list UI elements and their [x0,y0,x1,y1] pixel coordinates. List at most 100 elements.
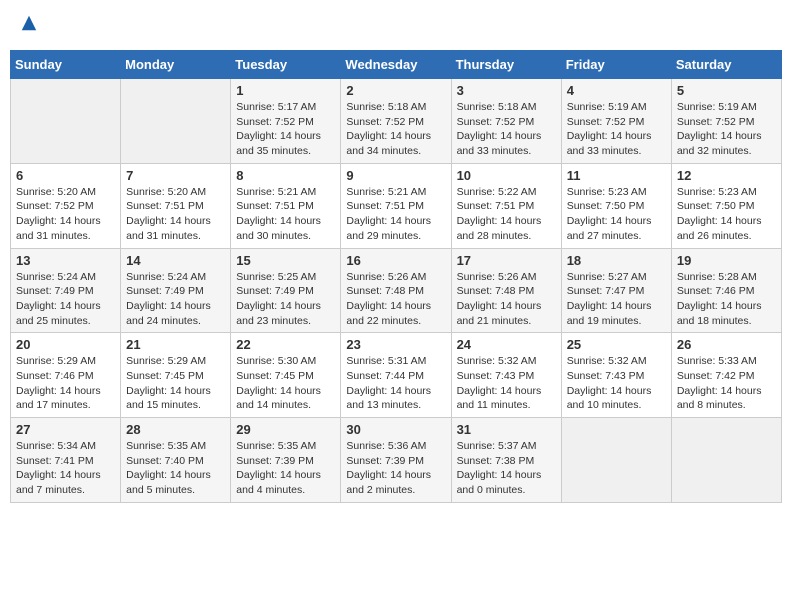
day-number: 2 [346,83,445,98]
day-number: 17 [457,253,556,268]
day-info: Sunrise: 5:29 AM Sunset: 7:46 PM Dayligh… [16,354,115,413]
day-cell: 31 Sunrise: 5:37 AM Sunset: 7:38 PM Dayli… [451,418,561,503]
logo-icon [20,14,38,32]
day-number: 9 [346,168,445,183]
day-cell: 3Sunrise: 5:18 AM Sunset: 7:52 PM Daylig… [451,79,561,164]
day-info: Sunrise: 5:36 AM Sunset: 7:39 PM Dayligh… [346,439,445,498]
day-info: Sunrise: 5:35 AM Sunset: 7:39 PM Dayligh… [236,439,335,498]
day-info: Sunrise: 5:29 AM Sunset: 7:45 PM Dayligh… [126,354,225,413]
day-info: Sunrise: 5:26 AM Sunset: 7:48 PM Dayligh… [457,270,556,329]
day-cell: 17 Sunrise: 5:26 AM Sunset: 7:48 PM Dayli… [451,248,561,333]
day-number: 24 [457,337,556,352]
week-row-5: 27 Sunrise: 5:34 AM Sunset: 7:41 PM Dayli… [11,418,782,503]
day-cell: 30 Sunrise: 5:36 AM Sunset: 7:39 PM Dayli… [341,418,451,503]
day-cell: 25 Sunrise: 5:32 AM Sunset: 7:43 PM Dayli… [561,333,671,418]
day-number: 25 [567,337,666,352]
day-number: 31 [457,422,556,437]
day-info: Sunrise: 5:22 AM Sunset: 7:51 PM Dayligh… [457,185,556,244]
day-number: 21 [126,337,225,352]
weekday-wednesday: Wednesday [341,51,451,79]
day-cell: 8 Sunrise: 5:21 AM Sunset: 7:51 PM Daylig… [231,163,341,248]
day-info: Sunrise: 5:18 AM Sunset: 7:52 PM Dayligh… [457,100,556,159]
day-cell: 7Sunrise: 5:20 AM Sunset: 7:51 PM Daylig… [121,163,231,248]
day-number: 15 [236,253,335,268]
day-info: Sunrise: 5:18 AM Sunset: 7:52 PM Dayligh… [346,100,445,159]
day-number: 27 [16,422,115,437]
day-cell [671,418,781,503]
day-info: Sunrise: 5:28 AM Sunset: 7:46 PM Dayligh… [677,270,776,329]
weekday-sunday: Sunday [11,51,121,79]
day-number: 18 [567,253,666,268]
day-info: Sunrise: 5:26 AM Sunset: 7:48 PM Dayligh… [346,270,445,329]
calendar-table: SundayMondayTuesdayWednesdayThursdayFrid… [10,50,782,503]
day-number: 20 [16,337,115,352]
day-number: 1 [236,83,335,98]
day-cell: 11 Sunrise: 5:23 AM Sunset: 7:50 PM Dayli… [561,163,671,248]
day-cell: 12 Sunrise: 5:23 AM Sunset: 7:50 PM Dayli… [671,163,781,248]
day-cell: 6 Sunrise: 5:20 AM Sunset: 7:52 PM Daylig… [11,163,121,248]
day-cell: 13 Sunrise: 5:24 AM Sunset: 7:49 PM Dayli… [11,248,121,333]
day-info: Sunrise: 5:33 AM Sunset: 7:42 PM Dayligh… [677,354,776,413]
day-info: Sunrise: 5:32 AM Sunset: 7:43 PM Dayligh… [567,354,666,413]
day-number: 7 [126,168,225,183]
day-info: Sunrise: 5:35 AM Sunset: 7:40 PM Dayligh… [126,439,225,498]
day-info: Sunrise: 5:24 AM Sunset: 7:49 PM Dayligh… [126,270,225,329]
day-number: 11 [567,168,666,183]
logo [18,14,38,38]
day-info: Sunrise: 5:23 AM Sunset: 7:50 PM Dayligh… [677,185,776,244]
day-cell: 20 Sunrise: 5:29 AM Sunset: 7:46 PM Dayli… [11,333,121,418]
day-cell: 29 Sunrise: 5:35 AM Sunset: 7:39 PM Dayli… [231,418,341,503]
day-cell: 26 Sunrise: 5:33 AM Sunset: 7:42 PM Dayli… [671,333,781,418]
day-number: 13 [16,253,115,268]
day-number: 14 [126,253,225,268]
day-cell: 24Sunrise: 5:32 AM Sunset: 7:43 PM Dayli… [451,333,561,418]
logo-text [18,14,38,38]
day-cell [121,79,231,164]
weekday-thursday: Thursday [451,51,561,79]
day-cell: 9 Sunrise: 5:21 AM Sunset: 7:51 PM Daylig… [341,163,451,248]
day-cell: 19Sunrise: 5:28 AM Sunset: 7:46 PM Dayli… [671,248,781,333]
weekday-friday: Friday [561,51,671,79]
day-cell: 15 Sunrise: 5:25 AM Sunset: 7:49 PM Dayli… [231,248,341,333]
day-number: 29 [236,422,335,437]
day-cell: 22 Sunrise: 5:30 AM Sunset: 7:45 PM Dayli… [231,333,341,418]
week-row-2: 6 Sunrise: 5:20 AM Sunset: 7:52 PM Daylig… [11,163,782,248]
day-info: Sunrise: 5:37 AM Sunset: 7:38 PM Dayligh… [457,439,556,498]
day-info: Sunrise: 5:17 AM Sunset: 7:52 PM Dayligh… [236,100,335,159]
day-info: Sunrise: 5:34 AM Sunset: 7:41 PM Dayligh… [16,439,115,498]
day-info: Sunrise: 5:19 AM Sunset: 7:52 PM Dayligh… [567,100,666,159]
day-number: 8 [236,168,335,183]
day-number: 16 [346,253,445,268]
day-number: 30 [346,422,445,437]
day-cell [11,79,121,164]
day-cell: 2 Sunrise: 5:18 AM Sunset: 7:52 PM Daylig… [341,79,451,164]
day-info: Sunrise: 5:21 AM Sunset: 7:51 PM Dayligh… [346,185,445,244]
day-number: 12 [677,168,776,183]
day-cell: 5 Sunrise: 5:19 AM Sunset: 7:52 PM Daylig… [671,79,781,164]
day-info: Sunrise: 5:27 AM Sunset: 7:47 PM Dayligh… [567,270,666,329]
day-cell: 27 Sunrise: 5:34 AM Sunset: 7:41 PM Dayli… [11,418,121,503]
day-cell: 16 Sunrise: 5:26 AM Sunset: 7:48 PM Dayli… [341,248,451,333]
day-info: Sunrise: 5:23 AM Sunset: 7:50 PM Dayligh… [567,185,666,244]
day-info: Sunrise: 5:30 AM Sunset: 7:45 PM Dayligh… [236,354,335,413]
day-number: 4 [567,83,666,98]
day-info: Sunrise: 5:24 AM Sunset: 7:49 PM Dayligh… [16,270,115,329]
day-number: 26 [677,337,776,352]
week-row-3: 13 Sunrise: 5:24 AM Sunset: 7:49 PM Dayli… [11,248,782,333]
weekday-tuesday: Tuesday [231,51,341,79]
day-info: Sunrise: 5:20 AM Sunset: 7:52 PM Dayligh… [16,185,115,244]
day-cell: 4 Sunrise: 5:19 AM Sunset: 7:52 PM Daylig… [561,79,671,164]
day-number: 23 [346,337,445,352]
weekday-header-row: SundayMondayTuesdayWednesdayThursdayFrid… [11,51,782,79]
day-number: 28 [126,422,225,437]
day-number: 6 [16,168,115,183]
day-number: 5 [677,83,776,98]
day-info: Sunrise: 5:19 AM Sunset: 7:52 PM Dayligh… [677,100,776,159]
day-info: Sunrise: 5:21 AM Sunset: 7:51 PM Dayligh… [236,185,335,244]
week-row-4: 20 Sunrise: 5:29 AM Sunset: 7:46 PM Dayli… [11,333,782,418]
day-cell: 18 Sunrise: 5:27 AM Sunset: 7:47 PM Dayli… [561,248,671,333]
day-info: Sunrise: 5:31 AM Sunset: 7:44 PM Dayligh… [346,354,445,413]
day-number: 22 [236,337,335,352]
day-info: Sunrise: 5:25 AM Sunset: 7:49 PM Dayligh… [236,270,335,329]
calendar-body: 1 Sunrise: 5:17 AM Sunset: 7:52 PM Daylig… [11,79,782,503]
